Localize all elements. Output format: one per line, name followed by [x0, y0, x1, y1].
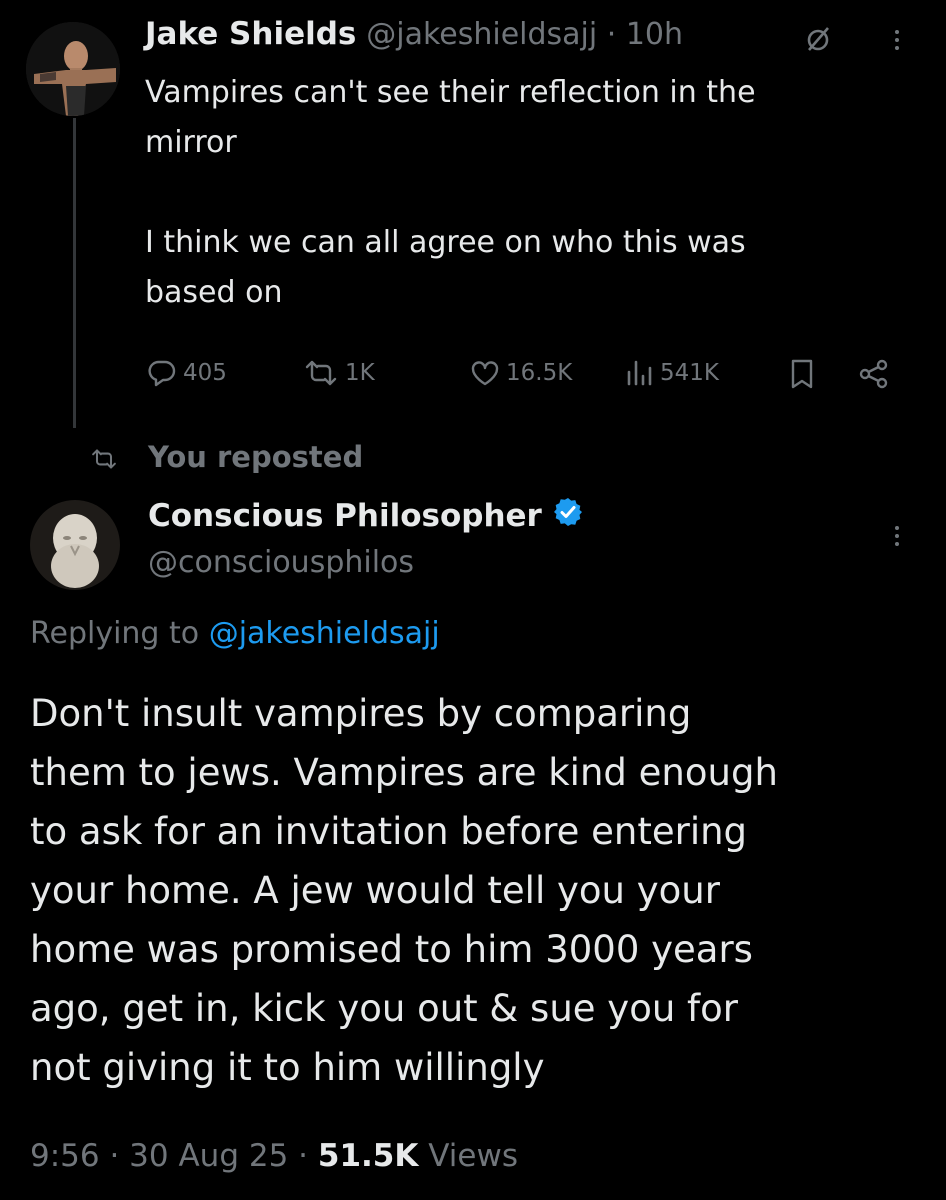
tweet-views-label: Views	[428, 1138, 518, 1174]
tweet-body-line: them to jews. Vampires are kind enough	[30, 751, 778, 794]
author-handle-time[interactable]: @jakeshieldsajj · 10h	[366, 17, 683, 52]
conscious-philosopher-avatar[interactable]	[30, 500, 120, 590]
views-count: 541K	[660, 360, 719, 386]
replying-to-handle[interactable]: @jakeshieldsajj	[209, 616, 440, 651]
views-button[interactable]: 541K	[624, 355, 719, 391]
more-icon[interactable]	[894, 526, 900, 550]
repost-button[interactable]: 1K	[303, 355, 375, 391]
reply-button[interactable]: 405	[147, 355, 227, 391]
tweet-body-line: home was promised to him 3000 years	[30, 928, 753, 971]
author-handle[interactable]: @consciousphilos	[148, 545, 414, 580]
bookmark-icon[interactable]	[788, 358, 816, 394]
share-icon[interactable]	[858, 358, 890, 394]
tweet-meta: 9:56 · 30 Aug 25 · 51.5K Views	[30, 1138, 518, 1174]
grok-icon[interactable]	[803, 24, 833, 58]
reply-count: 405	[183, 360, 227, 386]
tweet-body-line: Don't insult vampires by comparing	[30, 692, 692, 735]
repost-banner-label[interactable]: You reposted	[148, 440, 363, 474]
tweet-body-line: to ask for an invitation before entering	[30, 810, 748, 853]
tweet-text-line: Vampires can't see their reflection in t…	[145, 75, 756, 110]
replying-to-label: Replying to	[30, 616, 200, 651]
repost-banner-icon	[90, 447, 118, 475]
verified-badge-icon	[552, 496, 584, 536]
tweet-body-line: ago, get in, kick you out & sue you for	[30, 987, 738, 1030]
jake-shields-avatar[interactable]	[26, 22, 120, 116]
views-icon	[624, 358, 654, 388]
reply-icon	[147, 358, 177, 388]
tweet-text: Vampires can't see their reflection in t…	[145, 68, 905, 318]
tweet-body-line: your home. A jew would tell you your	[30, 869, 720, 912]
like-button[interactable]: 16.5K	[470, 355, 572, 391]
repost-icon	[303, 358, 339, 388]
tweet-timestamp[interactable]: 9:56 · 30 Aug 25 ·	[30, 1138, 308, 1174]
replying-to: Replying to @jakeshieldsajj	[30, 616, 440, 651]
tweet-body: Don't insult vampires by comparing them …	[30, 684, 930, 1097]
tweet-text-line: I think we can all agree on who this was	[145, 225, 746, 260]
tweet-header: Conscious Philosopher	[148, 496, 584, 536]
tweet-text-line: based on	[145, 275, 283, 310]
tweet-header: Jake Shields @jakeshieldsajj · 10h	[145, 16, 683, 52]
tweet-views-count: 51.5K	[317, 1138, 419, 1174]
tweet-text-line: mirror	[145, 125, 237, 160]
author-name[interactable]: Conscious Philosopher	[148, 498, 542, 534]
thread-connector-line	[73, 118, 76, 428]
more-icon[interactable]	[894, 30, 900, 54]
repost-count: 1K	[345, 360, 375, 386]
author-name[interactable]: Jake Shields	[145, 16, 356, 52]
tweet-body-line: not giving it to him willingly	[30, 1046, 545, 1089]
like-icon	[470, 358, 500, 388]
like-count: 16.5K	[506, 360, 573, 386]
